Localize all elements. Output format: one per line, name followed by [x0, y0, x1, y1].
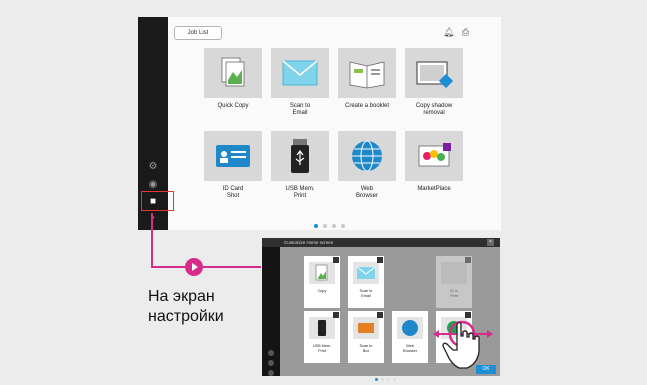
page-dot[interactable]	[387, 378, 390, 381]
tile-web-browser[interactable]: Web Browser	[392, 311, 428, 363]
marketplace-icon	[405, 131, 463, 181]
usb-icon	[271, 131, 329, 181]
page-dot[interactable]	[393, 378, 396, 381]
caption-line: На экран	[148, 288, 215, 305]
copy-icon	[309, 262, 335, 284]
caption-line: настройки	[148, 308, 224, 325]
page-dot[interactable]	[332, 224, 336, 228]
bell-icon[interactable]: 🔔︎	[443, 27, 454, 38]
box-icon	[353, 317, 379, 339]
globe-icon[interactable]: ◉	[146, 178, 160, 192]
play-arrow-icon	[185, 258, 203, 276]
tile-scan-to-email[interactable]: Scan to Email	[271, 48, 329, 117]
email-icon	[271, 48, 329, 98]
tile-label: ID Is Print	[450, 289, 458, 298]
printer-icon	[441, 262, 467, 284]
usb-icon	[309, 317, 335, 339]
tile-label: Scan to Box	[359, 344, 373, 353]
web-browser-icon	[338, 131, 396, 181]
gear-icon[interactable]: ⚙	[146, 160, 160, 174]
panel-title: Customize Home screen	[284, 240, 334, 245]
close-icon[interactable]	[465, 257, 471, 263]
close-icon[interactable]	[333, 312, 339, 318]
tile-usb-mem-print[interactable]: USB Mem. Print	[304, 311, 340, 363]
home-screen-panel: ⚙ ◉ ■ › Job List 🔔︎ ⎙ Quick Copy Scan to…	[138, 17, 501, 230]
close-icon[interactable]	[377, 257, 383, 263]
globe-icon[interactable]	[268, 360, 274, 366]
chevron-right-icon[interactable]: ›	[146, 211, 160, 225]
connector-line	[151, 213, 153, 268]
page-dot[interactable]	[381, 378, 384, 381]
page-dot[interactable]	[314, 224, 318, 228]
tile-label: Scan to Email	[359, 289, 373, 298]
close-icon[interactable]: ×	[487, 239, 494, 246]
quick-copy-icon	[204, 48, 262, 98]
gear-icon[interactable]	[268, 350, 274, 356]
sidebar	[262, 247, 280, 376]
status-icon[interactable]: ⎙	[460, 27, 471, 38]
highlight-box	[141, 191, 174, 211]
pagination	[375, 368, 399, 385]
tile-label: MarketPlace	[417, 186, 451, 192]
tile-quick-copy[interactable]: Quick Copy	[204, 48, 262, 110]
tile-label: USB Mem. Print	[312, 344, 332, 353]
copy-shadow-icon	[405, 48, 463, 98]
title-bar: Customize Home screen ×	[262, 238, 500, 247]
page-dot[interactable]	[375, 378, 378, 381]
chevron-right-icon[interactable]	[268, 370, 274, 376]
page-dot[interactable]	[341, 224, 345, 228]
tile-placeholder[interactable]: ID Is Print	[436, 256, 472, 308]
tile-copy-shadow-removal[interactable]: Copy shadow removal	[405, 48, 463, 117]
tile-web-browser[interactable]: Web Browser	[338, 131, 396, 200]
tile-scan-to-box[interactable]: Scan to Box	[348, 311, 384, 363]
tile-label: Quick Copy	[217, 103, 249, 109]
pagination	[314, 215, 350, 228]
close-icon[interactable]	[333, 257, 339, 263]
page-dot[interactable]	[323, 224, 327, 228]
connector-line	[151, 266, 261, 268]
id-card-icon	[204, 131, 262, 181]
tile-label: Web Browser	[355, 186, 378, 199]
email-icon	[353, 262, 379, 284]
tile-label: ID Card Shot	[222, 186, 244, 199]
tile-label: Copy shadow removal	[415, 103, 453, 116]
booklet-icon	[338, 48, 396, 98]
tile-label: Create a booklet	[344, 103, 390, 109]
tile-usb-mem-print[interactable]: USB Mem. Print	[271, 131, 329, 200]
tile-label: Scan to Email	[289, 103, 311, 116]
tile-label: Web Browser	[403, 344, 417, 353]
tile-id-card-shot[interactable]: ID Card Shot	[204, 131, 262, 200]
caption: На экран настройки	[148, 287, 224, 327]
tile-scan-to-email[interactable]: Scan to Email	[348, 256, 384, 308]
tile-label: USB Mem. Print	[285, 186, 315, 199]
tile-create-a-booklet[interactable]: Create a booklet	[338, 48, 396, 110]
close-icon[interactable]	[377, 312, 383, 318]
hand-pointer-icon	[433, 320, 493, 369]
web-browser-icon	[397, 317, 423, 339]
tile-copy[interactable]: Copy	[304, 256, 340, 308]
job-list-button[interactable]: Job List	[174, 26, 222, 40]
tile-label: Copy	[317, 289, 327, 293]
tile-marketplace[interactable]: MarketPlace	[405, 131, 463, 193]
